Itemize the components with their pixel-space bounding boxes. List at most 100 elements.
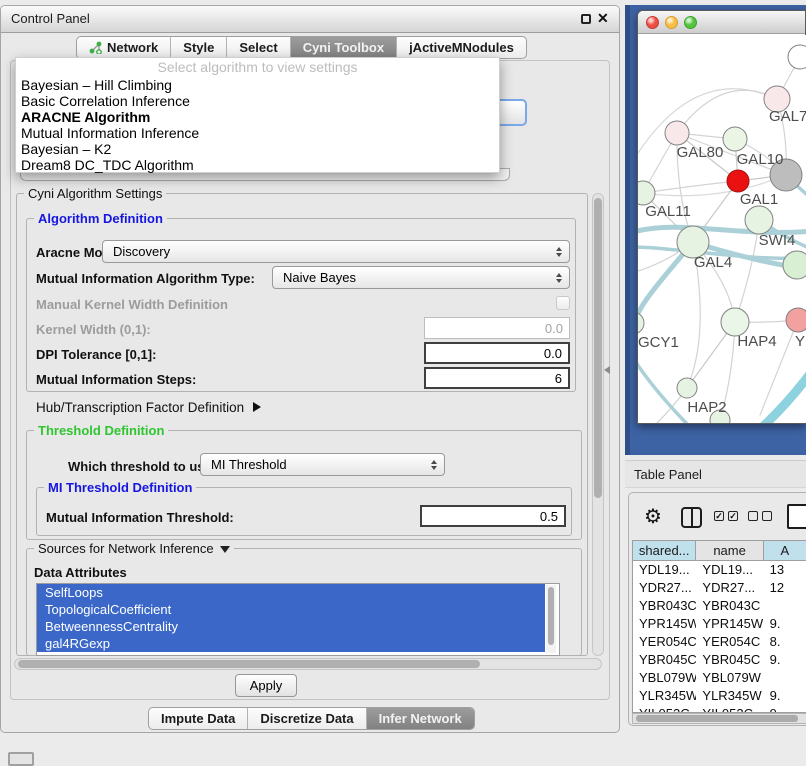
zoom-traffic-light-icon[interactable] (684, 16, 697, 29)
table-cell[interactable] (764, 669, 806, 687)
table-cell[interactable]: 13 (764, 561, 806, 579)
table-cell[interactable]: YDL19... (696, 561, 763, 579)
table-cell[interactable]: YDR27... (696, 579, 763, 597)
table-cell[interactable]: YBR045C (696, 651, 763, 669)
network-node[interactable] (783, 251, 806, 279)
table-cell[interactable]: YER054C (633, 633, 696, 651)
network-window-titlebar[interactable] (638, 11, 805, 34)
column-header-name[interactable]: name (696, 541, 763, 560)
network-node-gal80[interactable] (665, 121, 689, 145)
table-row[interactable]: YPR145WYPR145W9. (633, 615, 806, 633)
table-cell[interactable]: YBL079W (633, 669, 696, 687)
network-canvas[interactable]: GAL7GAL80GAL10GAL1GAL11SWI4GAL4GCY1HAP4Y… (638, 35, 806, 423)
tab-style[interactable]: Style (170, 37, 226, 58)
tab-select[interactable]: Select (226, 37, 289, 58)
table-row[interactable]: YER054CYER054C8. (633, 633, 806, 651)
network-node-hap2[interactable] (677, 378, 697, 398)
table-row[interactable]: YLR345WYLR345W9. (633, 687, 806, 705)
algorithm-option-dream8[interactable]: Dream8 DC_TDC Algorithm (16, 157, 499, 173)
algorithm-option-aracne[interactable]: ARACNE Algorithm (16, 109, 499, 125)
table-cell[interactable]: YBR043C (696, 597, 763, 615)
table-cell[interactable]: YBL079W (696, 669, 763, 687)
close-traffic-light-icon[interactable] (646, 16, 659, 29)
table-cell[interactable]: 12 (764, 579, 806, 597)
tab-infer-network[interactable]: Infer Network (366, 708, 474, 729)
close-window-icon[interactable]: ✕ (597, 10, 609, 27)
network-node-swi4[interactable] (745, 206, 773, 234)
hub-definition-expander[interactable]: Hub/Transcription Factor Definition (36, 400, 261, 415)
table-cell[interactable]: YER054C (696, 633, 763, 651)
table-row[interactable]: YBR043CYBR043C (633, 597, 806, 615)
tab-jactivemnodules[interactable]: jActiveMNodules (396, 37, 526, 58)
settings-vertical-scrollbar[interactable] (592, 193, 604, 656)
tab-impute-data[interactable]: Impute Data (149, 708, 247, 729)
attribute-item-selfloops[interactable]: SelfLoops (37, 584, 545, 601)
attribute-item-gal4rgexp[interactable]: gal4RGexp (37, 635, 545, 652)
aracne-mode-combo[interactable]: Discovery (102, 240, 570, 263)
table-cell[interactable]: 9. (764, 651, 806, 669)
function-builder-icon[interactable] (787, 504, 806, 529)
sources-group-title[interactable]: Sources for Network Inference (34, 542, 234, 555)
network-node-gal1[interactable] (727, 170, 749, 192)
algorithm-option-basic-correlation[interactable]: Basic Correlation Inference (16, 93, 499, 109)
table-row[interactable]: YBR045CYBR045C9. (633, 651, 806, 669)
table-row[interactable]: YDL19...YDL19...13 (633, 561, 806, 579)
network-node-gal10[interactable] (723, 127, 747, 151)
float-window-icon[interactable] (581, 14, 591, 24)
algorithm-option-bayesian-hill-climbing[interactable]: Bayesian – Hill Climbing (16, 77, 499, 93)
table-cell[interactable]: YBR043C (633, 597, 696, 615)
algorithm-option-bayesian-k2[interactable]: Bayesian – K2 (16, 141, 499, 157)
settings-horizontal-scrollbar[interactable] (14, 658, 602, 670)
column-header-partial[interactable]: A (764, 541, 806, 560)
panel-collapse-arrow-icon[interactable] (604, 366, 610, 374)
network-node-gal11[interactable] (638, 181, 655, 205)
network-node[interactable] (788, 45, 806, 69)
table-cell[interactable]: YLR345W (633, 687, 696, 705)
table-cell[interactable]: YIL052C (633, 705, 696, 713)
select-all-columns-icon[interactable]: ✓✓ (714, 511, 738, 521)
dpi-tolerance-field[interactable] (424, 342, 570, 364)
tab-discretize-data[interactable]: Discretize Data (247, 708, 365, 729)
bottom-left-stub-button[interactable] (8, 752, 34, 766)
apply-button[interactable]: Apply (235, 674, 297, 697)
attributes-list-scrollbar[interactable] (546, 585, 556, 653)
network-node-hap4[interactable] (721, 308, 749, 336)
table-cell[interactable]: YPR145W (696, 615, 763, 633)
manual-kernel-checkbox[interactable] (556, 296, 570, 310)
table-row[interactable]: YDR27...YDR27...12 (633, 579, 806, 597)
column-layout-icon[interactable] (681, 507, 702, 528)
kernel-width-field[interactable] (424, 317, 570, 339)
minimize-traffic-light-icon[interactable] (665, 16, 678, 29)
which-threshold-combo[interactable]: MI Threshold (200, 453, 445, 476)
attribute-item-topologicalcoefficient[interactable]: TopologicalCoefficient (37, 601, 545, 618)
tab-network[interactable]: Network (77, 37, 170, 58)
table-horizontal-scrollbar-thumb[interactable] (636, 715, 798, 722)
unselect-all-columns-icon[interactable] (748, 511, 772, 521)
mi-type-combo[interactable]: Naive Bayes (272, 266, 570, 289)
table-cell[interactable] (764, 597, 806, 615)
mi-steps-field[interactable] (424, 367, 570, 389)
attributes-list-scrollbar-thumb[interactable] (548, 587, 554, 645)
table-cell[interactable]: 9. (764, 615, 806, 633)
tab-cyni-toolbox[interactable]: Cyni Toolbox (290, 37, 396, 58)
table-cell[interactable]: 9. (764, 687, 806, 705)
table-cell[interactable]: YPR145W (633, 615, 696, 633)
mi-threshold-field[interactable] (420, 505, 566, 527)
settings-vertical-scrollbar-thumb[interactable] (594, 198, 602, 498)
table-cell[interactable]: YBR045C (633, 651, 696, 669)
algorithm-option-mutual-information[interactable]: Mutual Information Inference (16, 125, 499, 141)
table-row[interactable]: YIL052CYIL052C9. (633, 705, 806, 713)
table-cell[interactable]: YDL19... (633, 561, 696, 579)
table-cell[interactable]: YDR27... (633, 579, 696, 597)
column-header-shared-name[interactable]: shared... (633, 541, 696, 560)
table-settings-gear-icon[interactable]: ⚙ (644, 504, 662, 529)
table-row[interactable]: YBL079WYBL079W (633, 669, 806, 687)
table-cell[interactable]: YIL052C (696, 705, 763, 713)
network-node[interactable] (786, 308, 806, 332)
network-node-gcy1[interactable] (638, 312, 644, 334)
settings-horizontal-scrollbar-thumb[interactable] (18, 660, 480, 668)
attribute-item-betweennesscentrality[interactable]: BetweennessCentrality (37, 618, 545, 635)
table-cell[interactable]: YLR345W (696, 687, 763, 705)
table-cell[interactable]: 9. (764, 705, 806, 713)
table-cell[interactable]: 8. (764, 633, 806, 651)
